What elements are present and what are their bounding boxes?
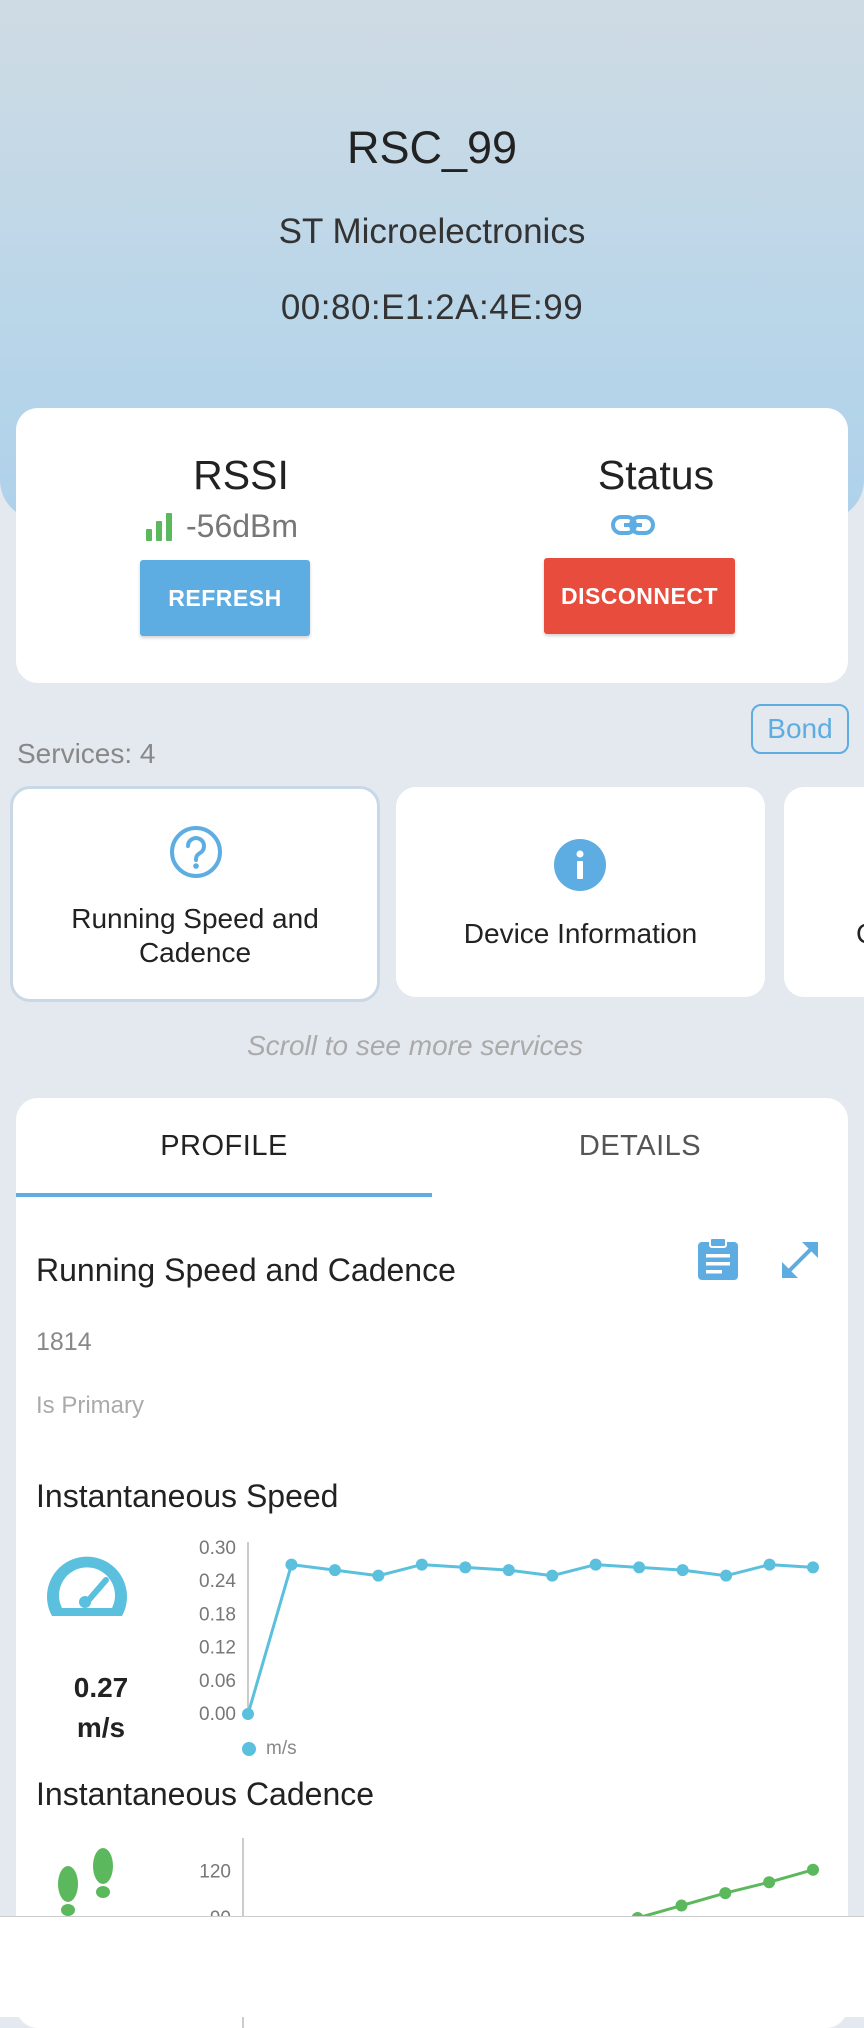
data-point	[719, 1887, 732, 1900]
disconnect-button[interactable]: DISCONNECT	[544, 558, 735, 634]
speed-chart: 0.00 0.06 0.12 0.18 0.24 0.30	[199, 1538, 819, 1725]
data-point	[633, 1561, 646, 1574]
data-point	[372, 1569, 385, 1582]
data-point	[328, 1564, 341, 1577]
service-card-partial[interactable]: C	[784, 787, 864, 997]
service-detail-card: PROFILE DETAILS Running Speed and Cadenc…	[16, 1098, 848, 2028]
data-point	[807, 1863, 819, 1876]
service-label: Device Information	[463, 918, 698, 949]
rssi-readout: -56dBm	[146, 508, 298, 545]
bond-button[interactable]: Bond	[751, 704, 849, 754]
primary-label: Is Primary	[36, 1392, 144, 1419]
service-card-device-information[interactable]: Device Information	[396, 787, 765, 997]
data-point	[546, 1569, 559, 1582]
y-tick-label: 120	[199, 1861, 231, 1882]
connection-card: RSSI -56dBm REFRESH Status DISCONNECT	[16, 408, 848, 683]
data-point	[807, 1561, 819, 1574]
service-uuid: 1814	[36, 1328, 92, 1356]
speed-title: Instantaneous Speed	[36, 1478, 339, 1514]
legend-marker	[242, 1742, 256, 1756]
service-label: Running Speed and Cadence	[71, 903, 319, 968]
y-tick-label: 0.30	[199, 1538, 236, 1559]
speed-value: 0.27	[73, 1672, 129, 1703]
data-point	[763, 1558, 776, 1571]
tab-details[interactable]: DETAILS	[432, 1130, 848, 1163]
data-point	[676, 1564, 689, 1577]
rssi-title: RSSI	[193, 452, 289, 498]
speed-unit: m/s	[76, 1712, 126, 1743]
service-name: Running Speed and Cadence	[36, 1252, 456, 1288]
device-manufacturer: ST Microelectronics	[278, 212, 586, 251]
data-point	[720, 1569, 733, 1582]
y-tick-label: 0.18	[199, 1604, 236, 1625]
service-label: C	[856, 917, 864, 951]
cadence-title: Instantaneous Cadence	[36, 1776, 375, 1812]
question-circle-icon	[170, 826, 222, 878]
legend-label: m/s	[266, 1738, 297, 1759]
active-tab-indicator	[16, 1193, 432, 1197]
rssi-value: -56dBm	[186, 508, 299, 544]
data-point	[589, 1558, 602, 1571]
services-count: Services: 4	[17, 738, 156, 769]
status-title: Status	[597, 452, 715, 498]
data-point	[242, 1708, 254, 1720]
data-point	[502, 1564, 515, 1577]
service-card-running-speed[interactable]: Running Speed and Cadence	[10, 786, 380, 1002]
speedometer-icon	[47, 1556, 127, 1616]
expand-icon[interactable]	[778, 1238, 822, 1282]
device-name: RSC_99	[346, 122, 518, 173]
y-tick-label: 0.12	[199, 1638, 236, 1659]
clipboard-icon[interactable]	[696, 1236, 740, 1282]
scroll-hint: Scroll to see more services	[246, 1030, 584, 1061]
data-point	[285, 1558, 298, 1571]
speed-legend: m/s	[242, 1738, 297, 1760]
refresh-button[interactable]: REFRESH	[140, 560, 310, 636]
tab-profile[interactable]: PROFILE	[16, 1130, 432, 1163]
data-point	[415, 1558, 428, 1571]
device-address: 00:80:E1:2A:4E:99	[280, 288, 584, 327]
signal-bars-icon	[146, 512, 172, 541]
y-tick-label: 0.00	[199, 1704, 236, 1725]
info-circle-icon	[554, 839, 606, 891]
data-point	[459, 1561, 472, 1574]
speed-readout: 0.27 m/s	[36, 1668, 166, 1748]
data-point	[763, 1876, 776, 1889]
data-point	[675, 1899, 688, 1912]
y-tick-label: 0.06	[199, 1671, 236, 1692]
series-line	[246, 1563, 814, 1715]
footsteps-icon	[58, 1848, 113, 1916]
bottom-bar	[0, 1916, 864, 2017]
y-tick-label: 0.24	[199, 1571, 236, 1592]
link-icon	[611, 515, 655, 535]
